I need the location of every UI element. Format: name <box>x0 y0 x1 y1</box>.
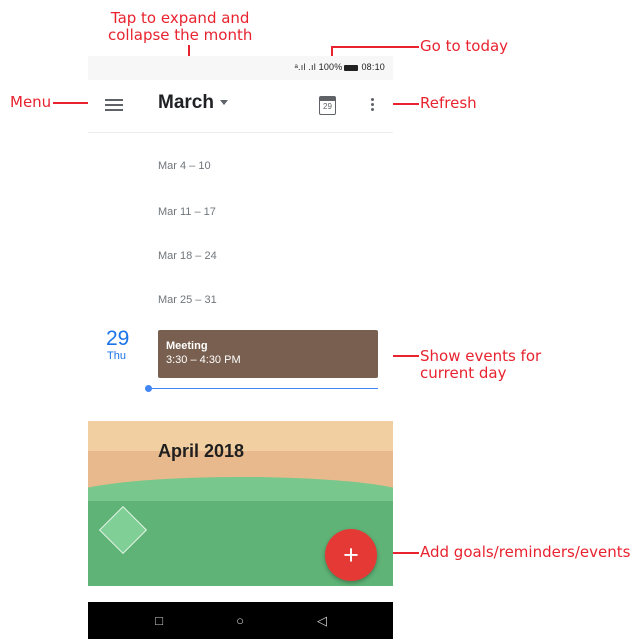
week-row[interactable]: Mar 18 – 24 <box>158 250 217 262</box>
callout-go-to-today: Go to today <box>420 37 509 55</box>
callout-refresh: Refresh <box>420 94 477 112</box>
signal-text: ᵃ.ıl .ıl 100% <box>294 62 343 72</box>
today-date-text: 29 <box>323 102 332 111</box>
recent-apps-icon[interactable]: □ <box>150 612 168 630</box>
month-selector[interactable]: March <box>158 92 228 114</box>
current-time-dot <box>145 385 152 392</box>
status-time: 08:10 <box>361 62 385 72</box>
connector-go-to-today-h <box>331 46 419 48</box>
calendar-today-icon[interactable]: 29 <box>319 96 336 115</box>
callout-show-events: Show events for current day <box>420 347 542 382</box>
callout-add-goals: Add goals/reminders/events <box>420 543 631 561</box>
week-row[interactable]: Mar 25 – 31 <box>158 294 217 306</box>
home-icon[interactable]: ○ <box>231 612 249 630</box>
hamburger-icon[interactable] <box>105 99 123 111</box>
today-day-name: Thu <box>107 350 126 362</box>
battery-icon <box>344 64 359 71</box>
add-button[interactable]: + <box>325 529 377 581</box>
event-card[interactable]: Meeting 3:30 – 4:30 PM <box>158 330 378 378</box>
event-time: 3:30 – 4:30 PM <box>166 354 241 366</box>
week-row[interactable]: Mar 11 – 17 <box>158 206 216 218</box>
callout-tap-expand: Tap to expand and collapse the month <box>108 9 253 44</box>
phone-screen: ᵃ.ıl .ıl 100% 08:10 March 29 Mar 4 – 10 M… <box>88 56 393 639</box>
status-indicators: ᵃ.ıl .ıl 100% 08:10 <box>294 62 385 72</box>
more-vert-icon[interactable] <box>371 98 375 114</box>
month-label: March <box>158 92 214 113</box>
dropdown-caret-icon <box>219 100 228 106</box>
navigation-bar: □ ○ ◁ <box>88 602 393 639</box>
week-row[interactable]: Mar 4 – 10 <box>158 160 211 172</box>
status-bar: ᵃ.ıl .ıl 100% 08:10 <box>88 56 393 80</box>
back-icon[interactable]: ◁ <box>313 612 331 630</box>
event-title: Meeting <box>166 340 208 352</box>
app-bar: March 29 <box>88 80 393 133</box>
banner-month-title: April 2018 <box>158 441 245 461</box>
plus-icon: + <box>343 540 359 570</box>
callout-menu: Menu <box>10 93 52 111</box>
current-time-line <box>150 388 378 389</box>
today-day-number[interactable]: 29 <box>106 328 129 350</box>
